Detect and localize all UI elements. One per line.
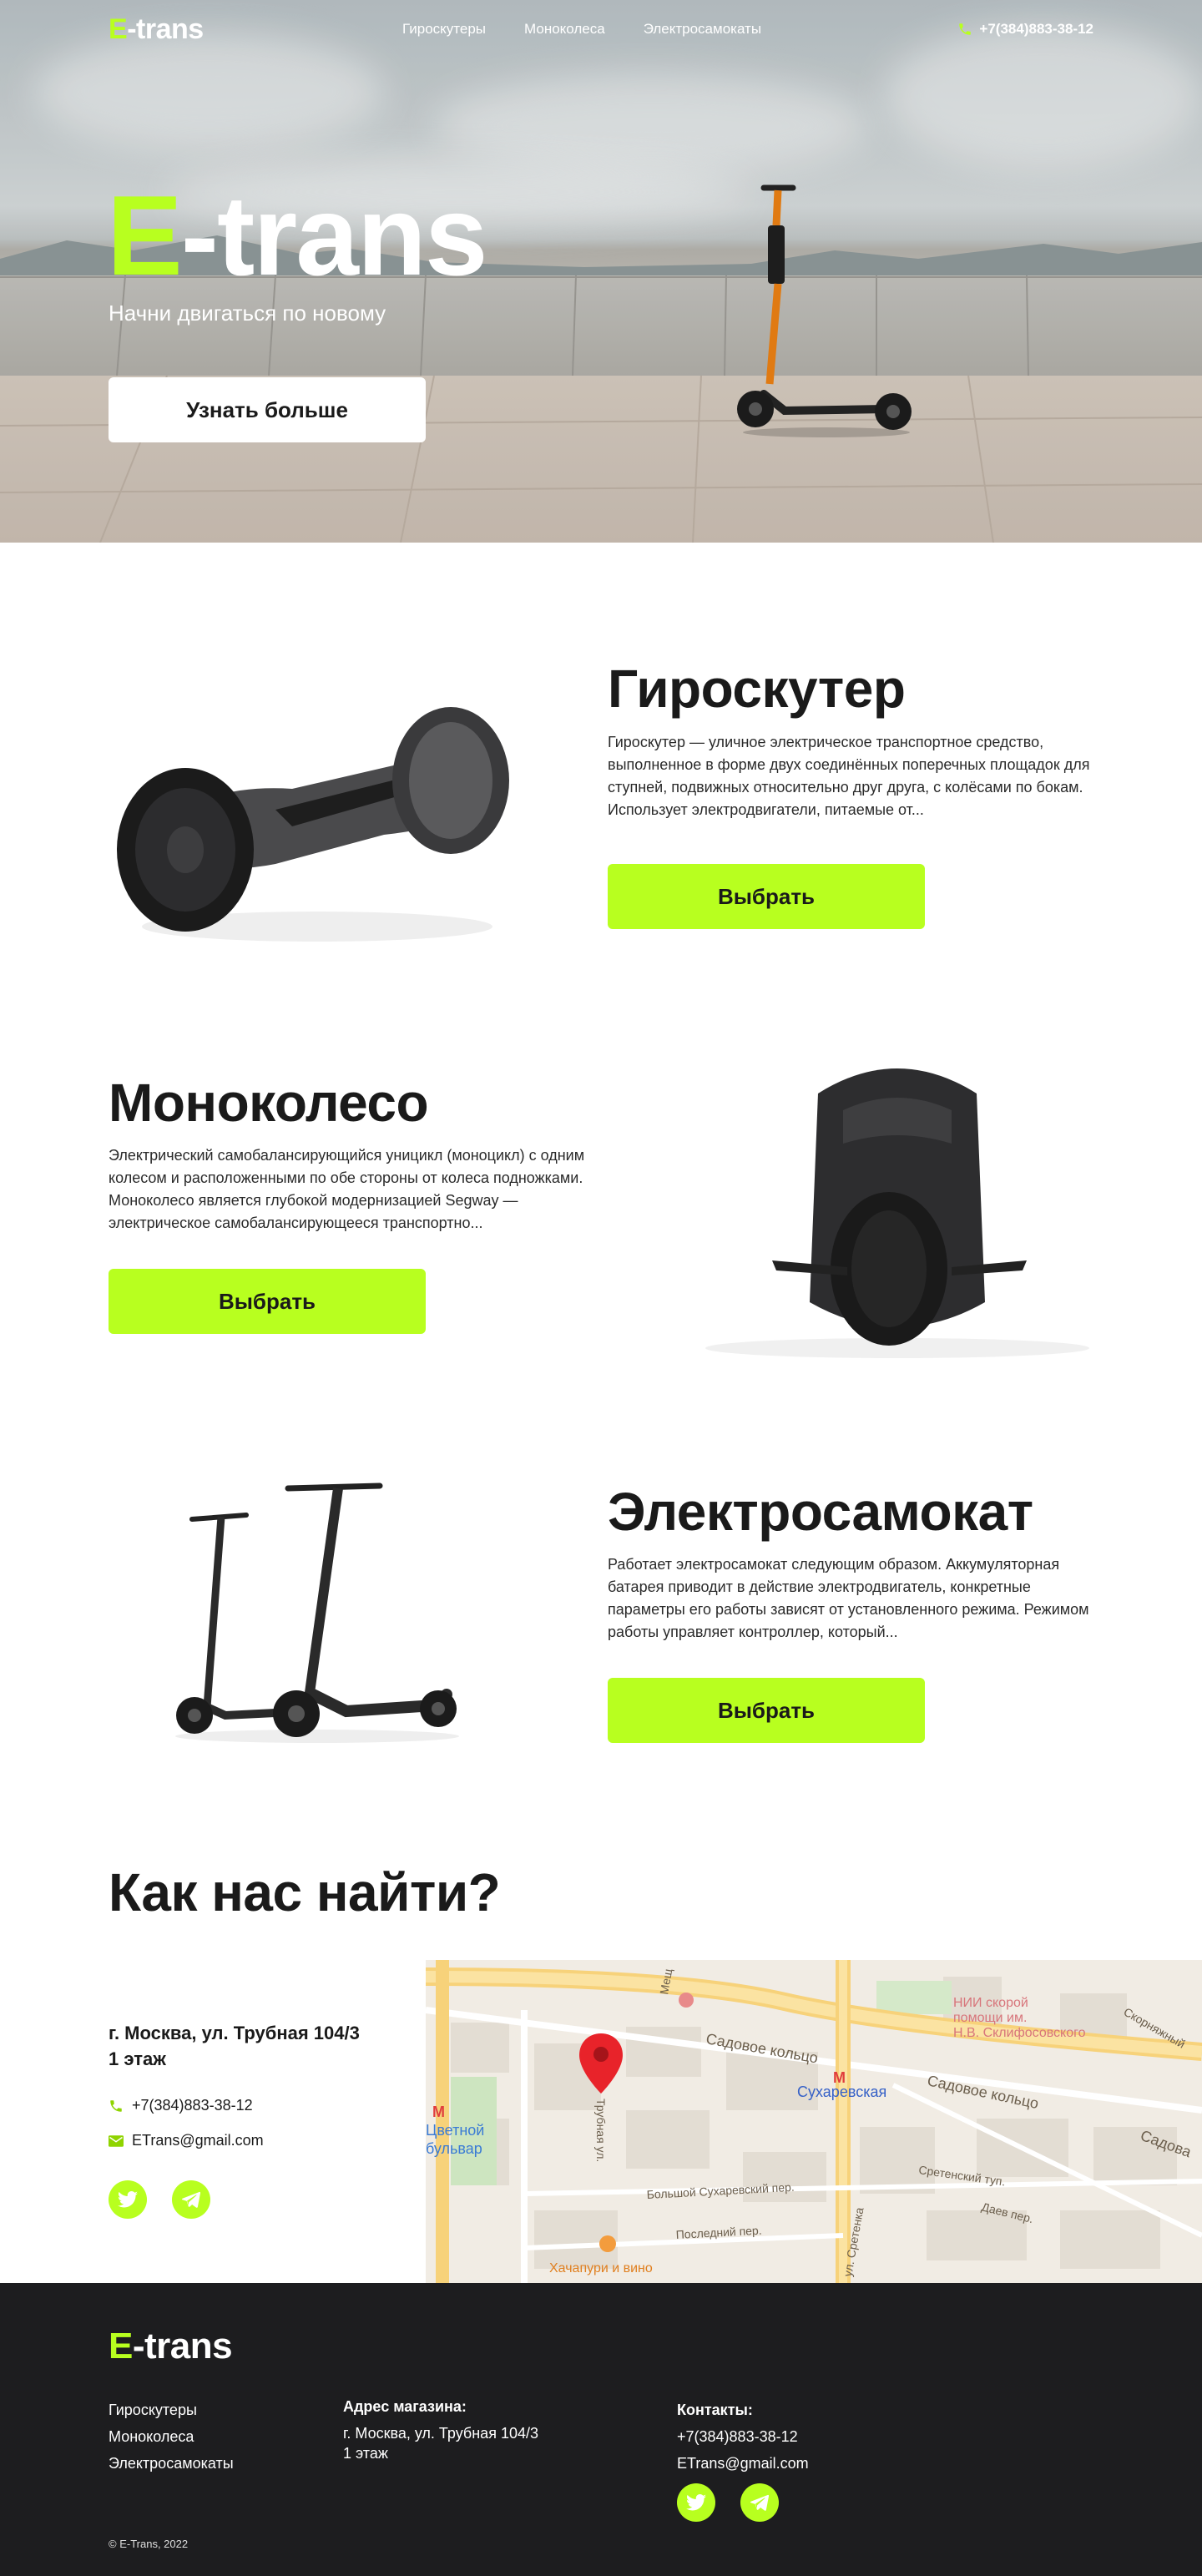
footer-address-line1: г. Москва, ул. Трубная 104/3: [343, 2425, 538, 2442]
restaurant-icon: [599, 2235, 616, 2252]
twitter-icon: [686, 2494, 706, 2511]
footer-address-heading: Адрес магазина:: [343, 2398, 467, 2415]
contacts-phone-text: +7(384)883-38-12: [132, 2097, 253, 2114]
store-address-line1: г. Москва, ул. Трубная 104/3: [109, 2023, 360, 2043]
e-scooter-image: [175, 1482, 459, 1743]
hero-title: E-trans: [107, 172, 488, 299]
footer-telegram-button[interactable]: [740, 2483, 779, 2522]
find-us-title: Как нас найти?: [109, 1862, 501, 1922]
map-label-hospital-2: помощи им.: [953, 2011, 1027, 2025]
footer-address: Адрес магазина: г. Москва, ул. Трубная 1…: [343, 2397, 538, 2463]
footer-link-gyroscooters[interactable]: Гироскутеры: [109, 2397, 234, 2423]
mail-icon: [109, 2134, 124, 2147]
gyroscooter-title: Гироскутер: [608, 659, 906, 719]
footer-link-monowheels[interactable]: Моноколеса: [109, 2423, 234, 2450]
monowheel-select-button[interactable]: Выбрать: [109, 1269, 426, 1334]
contacts-email[interactable]: ETrans@gmail.com: [109, 2132, 264, 2149]
phone-icon: [959, 23, 972, 35]
location-map[interactable]: Садовое кольцо Садовое кольцо Садова Сух…: [426, 1960, 1202, 2283]
store-address: г. Москва, ул. Трубная 104/3 1 этаж: [109, 2020, 392, 2072]
header-logo[interactable]: E-trans: [109, 15, 204, 43]
telegram-button[interactable]: [172, 2180, 210, 2219]
nav-link-e-scooters[interactable]: Электросамокаты: [644, 21, 761, 38]
copyright: © E-Trans, 2022: [109, 2538, 189, 2550]
footer-logo[interactable]: E-trans: [109, 2326, 233, 2366]
e-scooter-select-button[interactable]: Выбрать: [608, 1678, 925, 1743]
footer-contacts: Контакты: +7(384)883-38-12 ETrans@gmail.…: [677, 2397, 809, 2477]
store-address-line2: 1 этаж: [109, 2048, 166, 2069]
hero-section: E-trans Гироскутеры Моноколеса Электроса…: [0, 0, 1202, 543]
e-scooter-title: Электросамокат: [608, 1482, 1033, 1542]
map-label-hospital-3: Н.В. Склифосовского: [953, 2026, 1086, 2040]
footer-email[interactable]: ETrans@gmail.com: [677, 2450, 809, 2477]
page: E-trans Гироскутеры Моноколеса Электроса…: [0, 0, 1202, 2576]
gyroscooter-image: [117, 707, 509, 942]
gyroscooter-select-button[interactable]: Выбрать: [608, 864, 925, 929]
footer-contacts-heading: Контакты:: [677, 2402, 753, 2418]
map-label-khachapuri: Хачапури и вино: [549, 2261, 653, 2275]
map-label-tsvetnoy-2: бульвар: [426, 2140, 482, 2157]
hero-scooter-image: [737, 184, 912, 437]
phone-icon: [110, 2099, 122, 2112]
hospital-icon: [679, 1993, 694, 2008]
map-label-metro: Сухаревская: [797, 2084, 886, 2100]
twitter-button[interactable]: [109, 2180, 147, 2219]
monowheel-description: Электрический самобалансирующийся уницик…: [109, 1147, 585, 1231]
monowheel-image: [705, 1068, 1089, 1358]
footer-twitter-button[interactable]: [677, 2483, 715, 2522]
header-phone-text: +7(384)883-38-12: [979, 21, 1093, 37]
footer-phone[interactable]: +7(384)883-38-12: [677, 2423, 809, 2450]
header-phone[interactable]: +7(384)883-38-12: [957, 21, 1093, 38]
map-label-hospital-1: НИИ скорой: [953, 1996, 1028, 2010]
footer-nav: Гироскутеры Моноколеса Электросамокаты: [109, 2397, 234, 2477]
hero-subtitle: Начни двигаться по новому: [109, 301, 386, 326]
metro-icon: М: [432, 2104, 445, 2120]
contacts-panel: г. Москва, ул. Трубная 104/3 1 этаж +7(3…: [0, 1960, 426, 2283]
e-scooter-description: Работает электросамокат следующим образо…: [608, 1556, 1089, 1640]
monowheel-title: Моноколесо: [109, 1073, 429, 1133]
contacts-phone[interactable]: +7(384)883-38-12: [109, 2097, 253, 2114]
nav-link-monowheels[interactable]: Моноколеса: [524, 21, 605, 38]
telegram-icon: [750, 2494, 769, 2511]
telegram-icon: [182, 2191, 200, 2208]
footer-address-line2: 1 этаж: [343, 2445, 388, 2462]
nav-links: Гироскутеры Моноколеса Электросамокаты: [402, 21, 761, 38]
map-label-tsvetnoy-1: Цветной: [426, 2122, 484, 2139]
twitter-icon: [118, 2191, 138, 2208]
metro-icon: М: [833, 2069, 846, 2086]
learn-more-button[interactable]: Узнать больше: [109, 377, 426, 442]
footer-link-e-scooters[interactable]: Электросамокаты: [109, 2450, 234, 2477]
map-label-trubnaya: Трубная ул.: [594, 2099, 608, 2162]
top-navigation: E-trans Гироскутеры Моноколеса Электроса…: [0, 15, 1202, 43]
nav-link-gyroscooters[interactable]: Гироскутеры: [402, 21, 486, 38]
footer: E-trans Гироскутеры Моноколеса Электроса…: [0, 2283, 1202, 2576]
gyroscooter-description: Гироскутер — уличное электрическое транс…: [608, 734, 1090, 818]
contacts-email-text: ETrans@gmail.com: [132, 2132, 264, 2149]
